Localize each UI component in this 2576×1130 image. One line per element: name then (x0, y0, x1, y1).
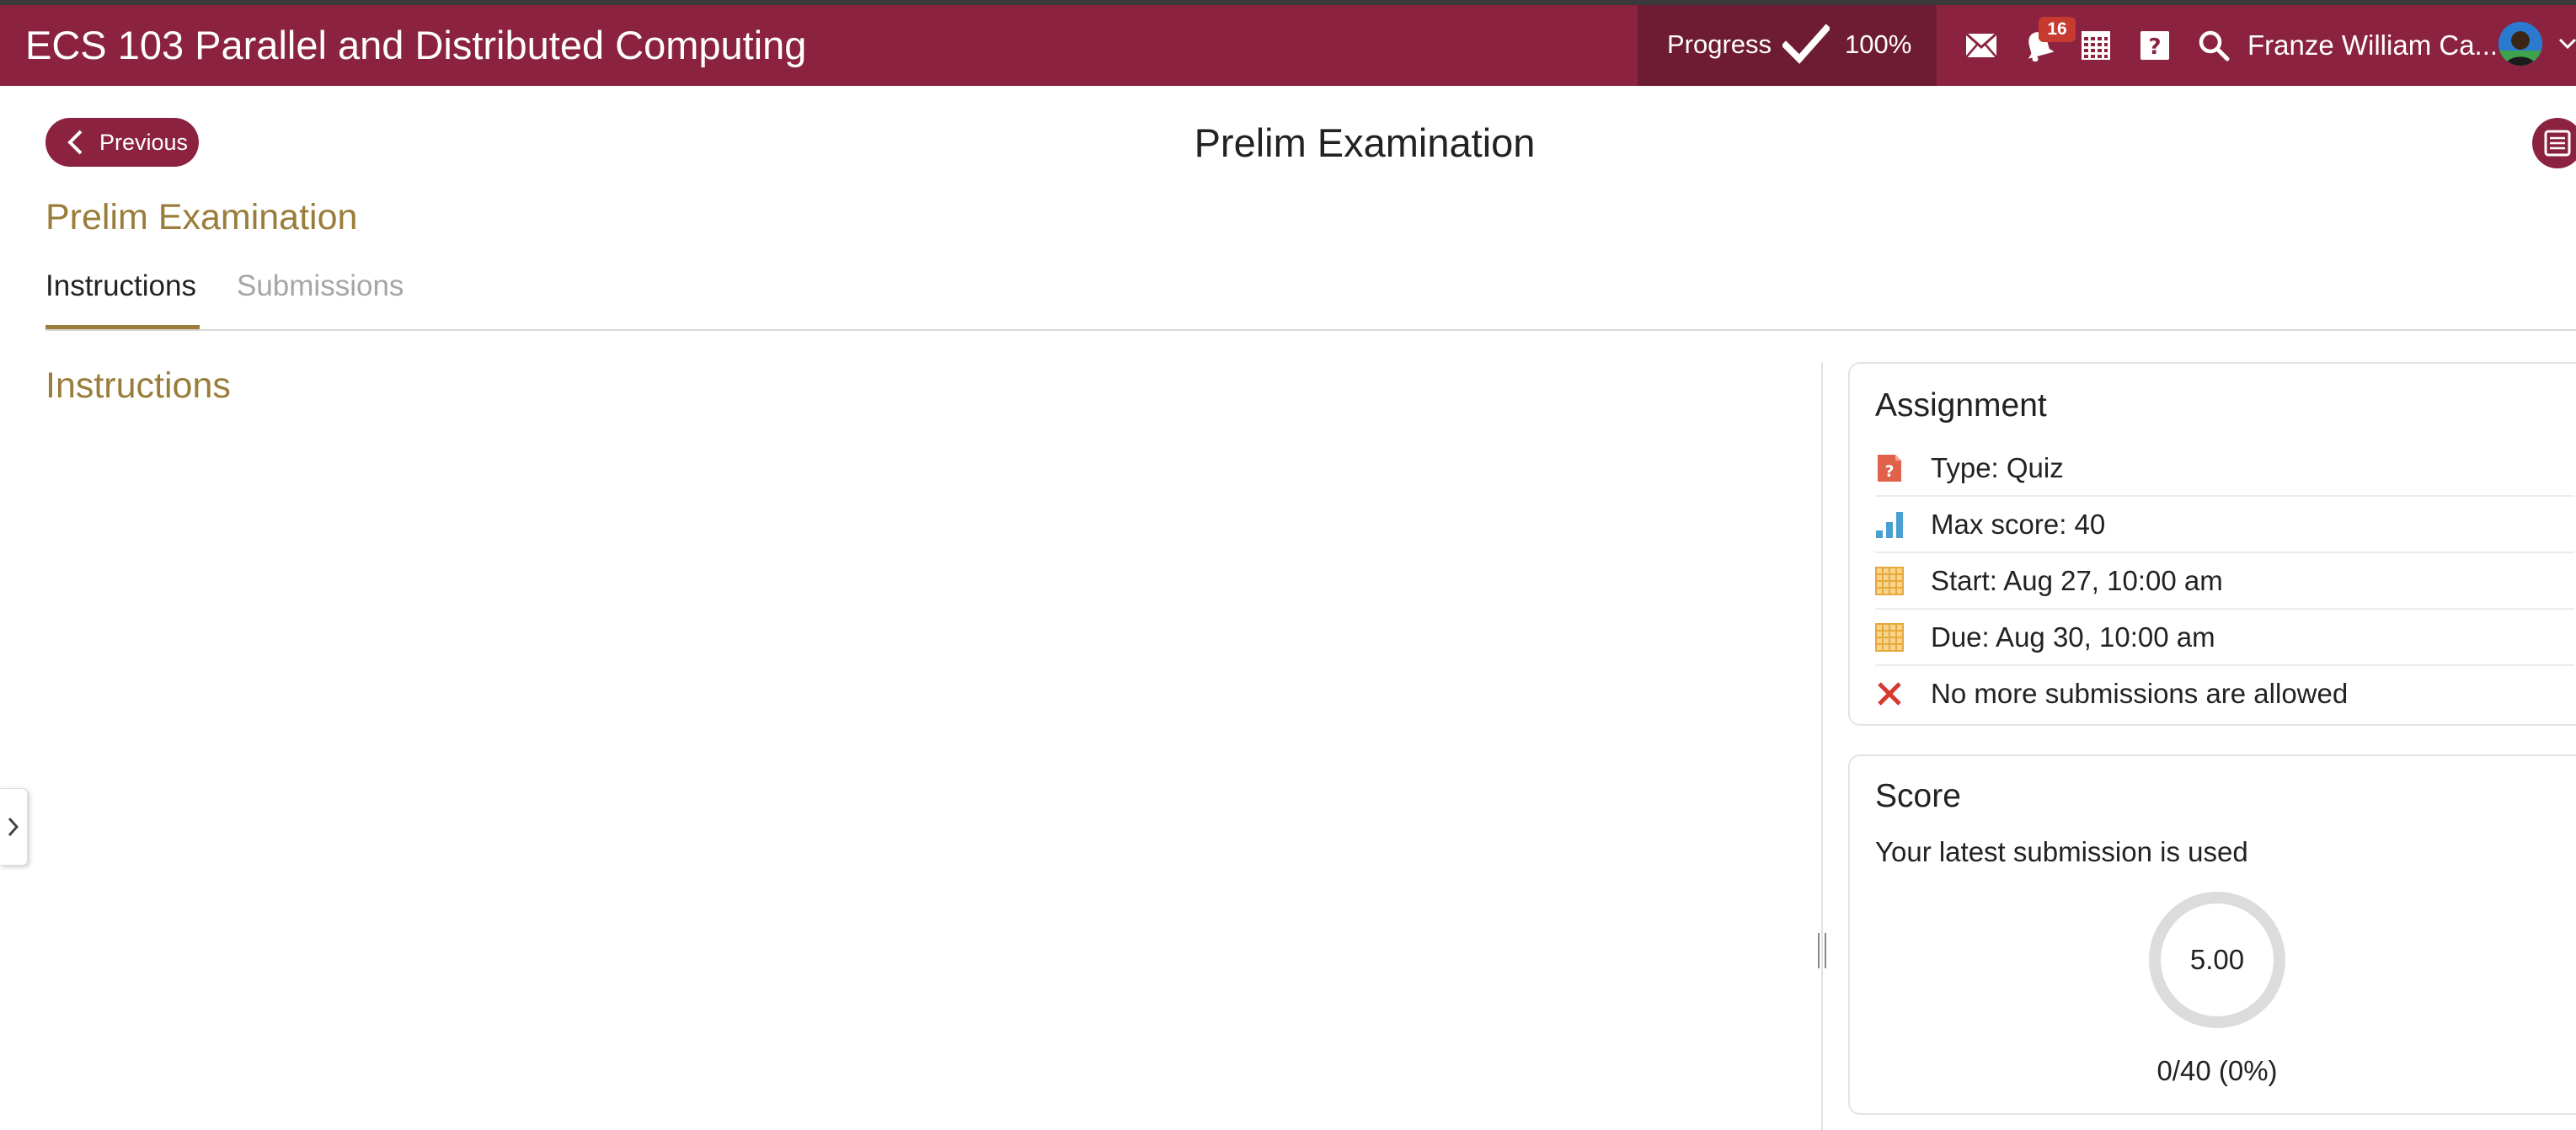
score-card: Score Your latest submission is used 5.0… (1848, 754, 2576, 1115)
assignment-type: Type: Quiz (1931, 452, 2064, 483)
svg-text:?: ? (1884, 462, 1894, 481)
due-date-row: Due: Aug 30, 10:00 am (1875, 609, 2574, 666)
notification-count-badge: 16 (2039, 17, 2076, 42)
mail-icon[interactable] (1961, 25, 2001, 66)
bar-chart-icon (1876, 512, 1903, 538)
section-title: Prelim Examination (45, 197, 358, 237)
instructions-heading: Instructions (45, 365, 231, 406)
due-date: Due: Aug 30, 10:00 am (1931, 621, 2215, 653)
score-subtitle: Your latest submission is used (1875, 836, 2248, 867)
avatar[interactable] (2499, 22, 2542, 66)
quiz-icon: ? (1878, 455, 1901, 482)
max-score-row: Max score: 40 (1875, 496, 2574, 553)
score-total: 0/40 (0%) (2156, 1055, 2278, 1086)
help-icon[interactable]: ? (2135, 25, 2175, 66)
resize-handle[interactable] (1814, 931, 1830, 970)
panel-divider (1821, 362, 1823, 1130)
chevron-down-icon[interactable] (2557, 34, 2576, 54)
start-date-row: Start: Aug 27, 10:00 am (1875, 552, 2574, 610)
close-icon (1878, 682, 1901, 706)
submission-status-row: No more submissions are allowed (1875, 665, 2574, 721)
reader-mode-button[interactable] (2532, 118, 2576, 168)
calendar-icon (1875, 567, 1904, 595)
side-drawer-toggle[interactable] (0, 788, 28, 866)
tabs-divider (45, 329, 2576, 331)
score-value: 5.00 (2189, 944, 2245, 975)
score-card-title: Score (1875, 778, 1961, 814)
calendar-icon (1875, 623, 1904, 652)
check-icon (1782, 24, 1830, 64)
assignment-card: Assignment ? Type: Quiz Max score: 40 St… (1848, 362, 2576, 726)
assignment-card-title: Assignment (1875, 387, 2047, 424)
course-title[interactable]: ECS 103 Parallel and Distributed Computi… (25, 20, 806, 71)
user-name[interactable]: Franze William Ca... (2247, 27, 2498, 64)
reader-icon (2544, 130, 2571, 157)
submission-status: No more submissions are allowed (1931, 678, 2349, 709)
chevron-right-icon (8, 817, 19, 837)
tab-submissions[interactable]: Submissions (237, 264, 404, 308)
assignment-type-row: ? Type: Quiz (1875, 440, 2574, 497)
previous-button[interactable]: Previous (45, 118, 199, 167)
top-navigation-bar: ECS 103 Parallel and Distributed Computi… (0, 5, 2576, 86)
progress-indicator[interactable]: Progress 100% (1638, 5, 1937, 86)
search-icon[interactable] (2194, 25, 2234, 66)
tab-instructions[interactable]: Instructions (45, 264, 196, 308)
svg-text:?: ? (2148, 35, 2161, 60)
max-score: Max score: 40 (1931, 509, 2106, 540)
previous-button-label: Previous (99, 129, 189, 155)
page-title: Prelim Examination (1194, 120, 1536, 165)
progress-label: Progress (1667, 29, 1772, 59)
calendar-icon[interactable] (2076, 25, 2116, 66)
chevron-left-icon (67, 130, 83, 155)
start-date: Start: Aug 27, 10:00 am (1931, 565, 2223, 596)
progress-value: 100% (1845, 29, 1912, 59)
